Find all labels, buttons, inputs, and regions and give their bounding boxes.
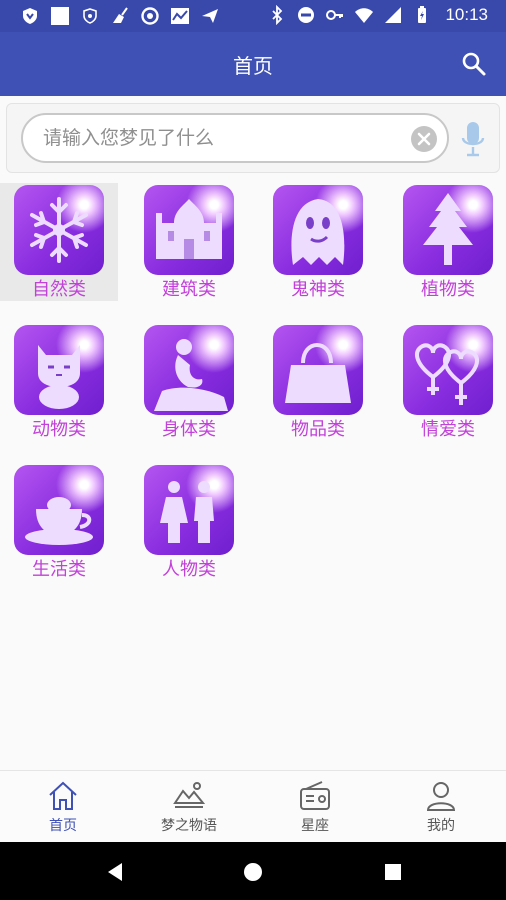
- landscape-icon: [173, 782, 206, 808]
- category-people[interactable]: 人物类: [130, 463, 248, 581]
- vpn-icon: [83, 8, 97, 24]
- key-icon: [326, 10, 344, 20]
- category-life[interactable]: 生活类: [0, 463, 118, 581]
- category-label: 身体类: [162, 419, 216, 440]
- chart-icon: [171, 8, 189, 24]
- category-ghost[interactable]: 鬼神类: [259, 183, 377, 301]
- tree-icon: [403, 185, 493, 275]
- cat-icon: [14, 325, 104, 415]
- category-label: 建筑类: [162, 279, 216, 300]
- category-love[interactable]: 情爱类: [389, 323, 506, 441]
- status-time: 10:13: [445, 5, 488, 24]
- circle-icon: [141, 7, 159, 25]
- nav-label: 梦之物语: [161, 818, 217, 834]
- palace-icon: [144, 185, 234, 275]
- search-icon[interactable]: [460, 50, 488, 78]
- handbag-icon: [273, 325, 363, 415]
- bluetooth-icon: [272, 5, 283, 25]
- category-body[interactable]: 身体类: [130, 323, 248, 441]
- nav-mine[interactable]: 我的: [378, 779, 504, 839]
- battery-icon: [418, 6, 427, 23]
- status-left-icons: [20, 6, 220, 26]
- radio-icon: [300, 781, 330, 810]
- category-label: 人物类: [162, 559, 216, 580]
- category-label: 生活类: [32, 559, 86, 580]
- category-animal[interactable]: 动物类: [0, 323, 118, 441]
- send-icon: [202, 9, 218, 23]
- category-architecture[interactable]: 建筑类: [130, 183, 248, 301]
- do-not-disturb-icon: [298, 7, 315, 23]
- ghost-icon: [273, 185, 363, 275]
- nav-home[interactable]: 首页: [0, 779, 126, 839]
- category-label: 情爱类: [421, 419, 475, 440]
- app-bar: 首页: [0, 32, 506, 96]
- back-icon[interactable]: [104, 861, 126, 883]
- system-nav-bar: [0, 842, 506, 900]
- bottom-nav: 首页 梦之物语 星座 我的: [0, 770, 506, 842]
- signal-icon: [385, 7, 402, 23]
- nav-dream-stories[interactable]: 梦之物语: [126, 779, 252, 839]
- home-icon: [49, 781, 77, 810]
- clear-icon[interactable]: [411, 126, 437, 152]
- nav-constellation[interactable]: 星座: [252, 779, 378, 839]
- category-nature[interactable]: 自然类: [0, 183, 118, 301]
- search-field[interactable]: [21, 113, 449, 163]
- search-bar: [6, 103, 500, 173]
- search-input[interactable]: [43, 123, 393, 153]
- category-label: 动物类: [32, 419, 86, 440]
- category-label: 物品类: [291, 419, 345, 440]
- nav-label: 星座: [301, 818, 329, 834]
- square-icon: [51, 7, 69, 25]
- status-right-icons: 10:13: [267, 5, 488, 25]
- nav-label: 首页: [49, 818, 77, 834]
- shield-icon: [23, 8, 37, 24]
- page-title: 首页: [233, 54, 273, 78]
- teacup-icon: [14, 465, 104, 555]
- status-bar: 10:13: [0, 0, 506, 32]
- wifi-icon: [355, 8, 374, 23]
- snowflake-icon: [14, 185, 104, 275]
- category-label: 自然类: [32, 279, 86, 300]
- category-label: 鬼神类: [291, 279, 345, 300]
- user-icon: [426, 782, 456, 811]
- hearts-icon: [403, 325, 493, 415]
- nav-label: 我的: [427, 818, 455, 834]
- mermaid-statue-icon: [144, 325, 234, 415]
- category-goods[interactable]: 物品类: [259, 323, 377, 441]
- microphone-icon[interactable]: [459, 120, 487, 158]
- broom-icon: [113, 7, 128, 23]
- home-circle-icon[interactable]: [242, 861, 264, 883]
- category-label: 植物类: [421, 279, 475, 300]
- people-icon: [144, 465, 234, 555]
- category-plant[interactable]: 植物类: [389, 183, 506, 301]
- recents-icon[interactable]: [382, 861, 404, 883]
